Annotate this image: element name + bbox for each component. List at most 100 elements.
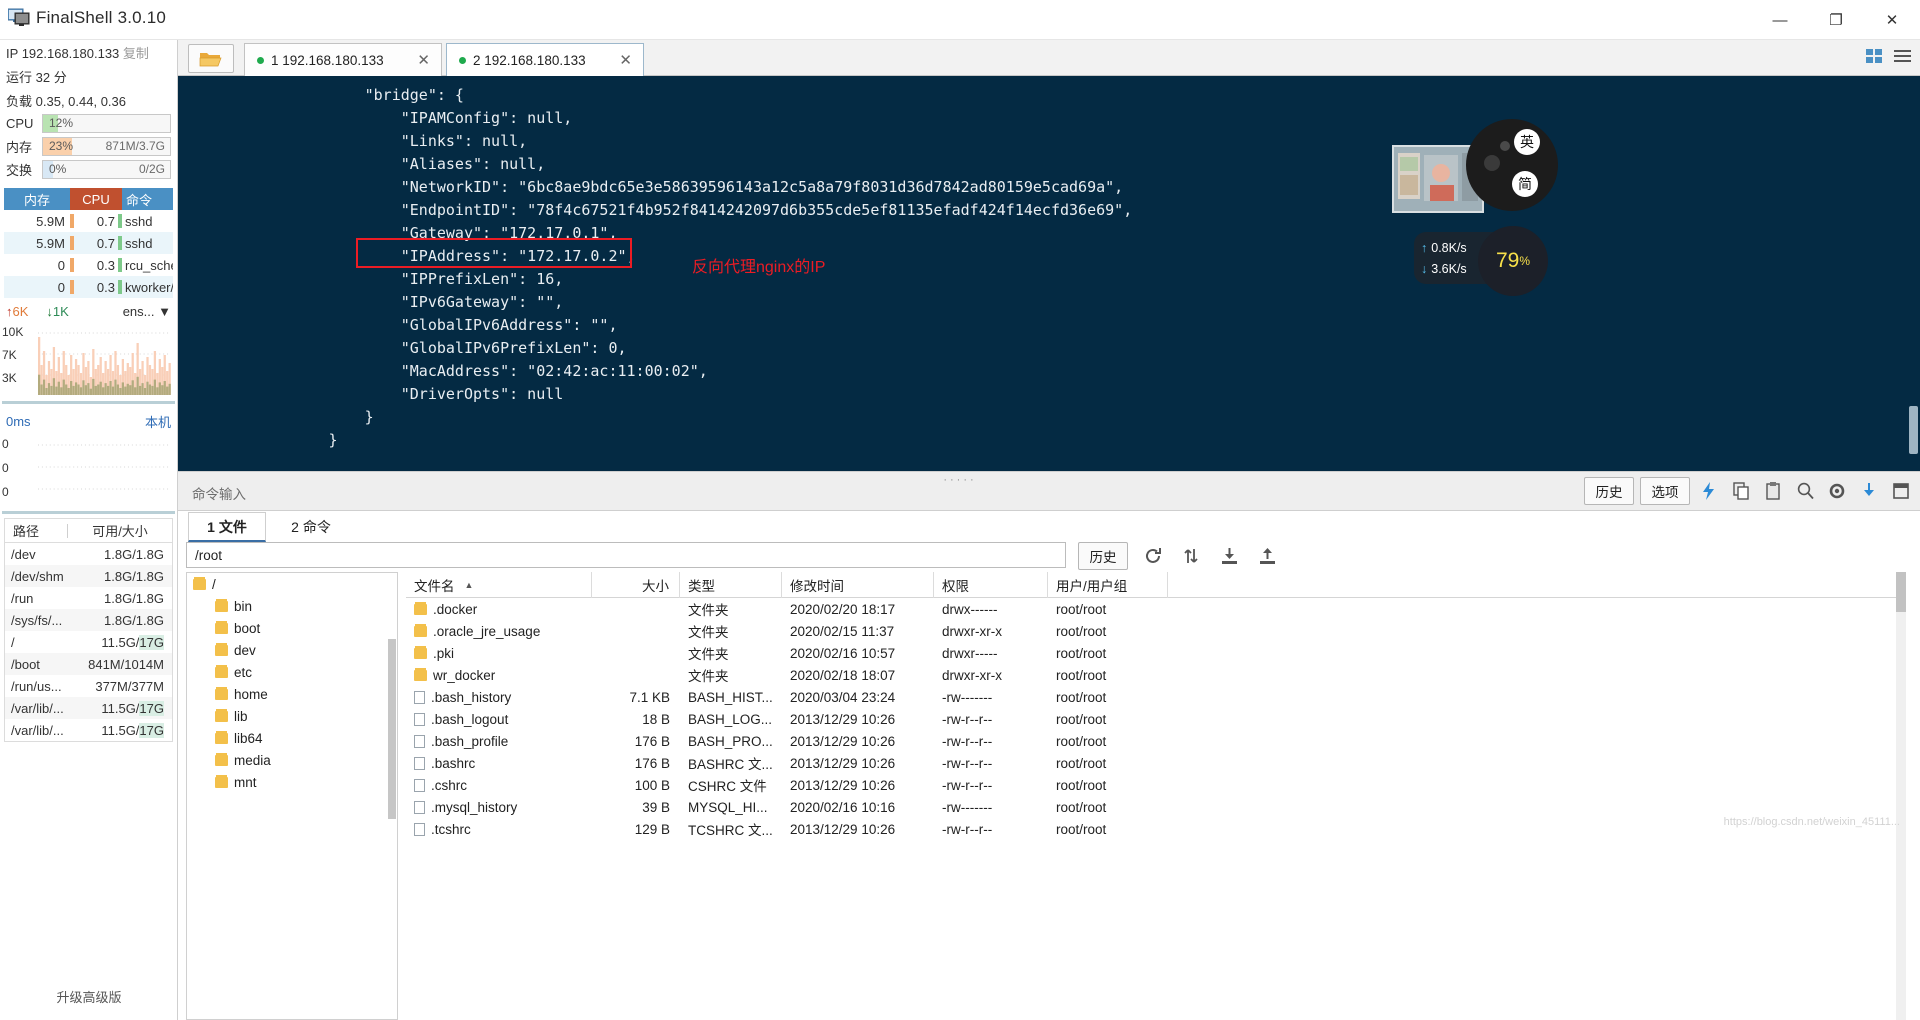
file-row[interactable]: .docker文件夹2020/02/20 18:17drwx------root… (406, 598, 1906, 620)
file-row[interactable]: .bashrc176 BBASHRC 文...2013/12/29 10:26-… (406, 752, 1906, 774)
tree-node[interactable]: media (187, 749, 397, 771)
terminal-options-button[interactable]: 选项 (1640, 477, 1690, 505)
upgrade-link[interactable]: 升级高级版 (0, 987, 178, 1006)
network-interface-selector[interactable]: ens... ▼ (123, 304, 171, 319)
fullscreen-icon[interactable] (1888, 477, 1914, 505)
refresh-icon[interactable] (1140, 542, 1166, 570)
process-row[interactable]: 5.9M0.7sshd (4, 210, 173, 232)
process-row[interactable]: 00.3kworker/u (4, 276, 173, 298)
close-tab-icon[interactable]: ✕ (414, 51, 433, 69)
latency-target[interactable]: 本机 (145, 412, 171, 431)
file-column-header-2[interactable]: 类型 (680, 572, 782, 598)
file-panel-tab-1[interactable]: 1 文件 (188, 512, 266, 542)
tree-node-label: lib64 (234, 731, 263, 746)
copy-icon[interactable] (1728, 477, 1754, 505)
download-file-icon[interactable] (1216, 542, 1242, 570)
file-row[interactable]: .bash_profile176 BBASH_PRO...2013/12/29 … (406, 730, 1906, 752)
disk-col-path[interactable]: 路径 (5, 521, 67, 540)
file-column-header-5[interactable]: 用户/用户组 (1048, 572, 1168, 598)
tree-node[interactable]: / (187, 573, 397, 595)
tree-node[interactable]: boot (187, 617, 397, 639)
file-row[interactable]: .bash_history7.1 KBBASH_HIST...2020/03/0… (406, 686, 1906, 708)
tree-node[interactable]: bin (187, 595, 397, 617)
file-history-button[interactable]: 历史 (1078, 542, 1128, 570)
process-col-cmd[interactable]: 命令 (122, 188, 173, 210)
disk-row[interactable]: /run1.8G/1.8G (5, 587, 172, 609)
terminal-output[interactable]: "bridge": { "IPAMConfig": null, "Links":… (178, 76, 1920, 471)
grid-view-icon[interactable] (1866, 48, 1884, 64)
disk-row[interactable]: /run/us...377M/377M (5, 675, 172, 697)
meter-percent: 0% (49, 162, 66, 176)
ime-indicator-widget[interactable]: 英 简 (1466, 119, 1558, 211)
transfer-icon[interactable] (1178, 542, 1204, 570)
tree-node[interactable]: lib (187, 705, 397, 727)
close-tab-icon[interactable]: ✕ (616, 51, 635, 69)
panel-resize-handle[interactable]: ····· (943, 474, 976, 486)
maximize-button[interactable]: ❐ (1808, 0, 1864, 40)
disk-row[interactable]: /11.5G/17G (5, 631, 172, 653)
file-panel-tab-2[interactable]: 2 命令 (272, 512, 350, 542)
file-size (592, 642, 680, 664)
terminal-scrollbar[interactable] (1909, 406, 1918, 454)
disk-row[interactable]: /var/lib/...11.5G/17G (5, 697, 172, 719)
session-tab-1[interactable]: 1 192.168.180.133✕ (244, 43, 442, 76)
open-folder-button[interactable] (188, 44, 234, 73)
file-name: wr_docker (406, 664, 592, 686)
file-type: MYSQL_HI... (680, 796, 782, 818)
process-command: kworker/u (122, 280, 173, 295)
path-input[interactable]: /root (186, 542, 1066, 568)
tree-node[interactable]: mnt (187, 771, 397, 793)
cpu-usage-widget[interactable]: 79% (1478, 226, 1548, 296)
tree-scrollbar[interactable] (388, 639, 396, 819)
disk-row[interactable]: /dev/shm1.8G/1.8G (5, 565, 172, 587)
disk-row[interactable]: /sys/fs/...1.8G/1.8G (5, 609, 172, 631)
folder-icon (215, 645, 228, 656)
command-input[interactable]: 命令输入 (192, 483, 246, 503)
ime-simplified-label[interactable]: 简 (1512, 171, 1538, 197)
disk-row[interactable]: /var/lib/...11.5G/17G (5, 719, 172, 741)
download-icon[interactable] (1856, 477, 1882, 505)
disk-size: 1.8G/1.8G (77, 591, 172, 606)
file-row[interactable]: .mysql_history39 BMYSQL_HI...2020/02/16 … (406, 796, 1906, 818)
disk-row[interactable]: /dev1.8G/1.8G (5, 543, 172, 565)
tree-node[interactable]: home (187, 683, 397, 705)
file-row[interactable]: wr_docker文件夹2020/02/18 18:07drwxr-xr-xro… (406, 664, 1906, 686)
ip-label: IP (6, 46, 18, 61)
file-column-header-4[interactable]: 权限 (934, 572, 1048, 598)
file-row[interactable]: .oracle_jre_usage文件夹2020/02/15 11:37drwx… (406, 620, 1906, 642)
upload-file-icon[interactable] (1254, 542, 1280, 570)
terminal-history-button[interactable]: 历史 (1584, 477, 1634, 505)
process-row[interactable]: 00.3rcu_sched (4, 254, 173, 276)
tree-node[interactable]: dev (187, 639, 397, 661)
close-button[interactable]: ✕ (1864, 0, 1920, 40)
gear-icon[interactable] (1824, 477, 1850, 505)
file-type: 文件夹 (680, 664, 782, 686)
disk-col-size[interactable]: 可用/大小 (68, 521, 172, 540)
disk-row[interactable]: /boot841M/1014M (5, 653, 172, 675)
ime-english-label[interactable]: 英 (1514, 129, 1540, 155)
tree-node[interactable]: etc (187, 661, 397, 683)
process-col-mem[interactable]: 内存 (4, 188, 70, 210)
tree-node[interactable]: lib64 (187, 727, 397, 749)
list-view-icon[interactable] (1894, 48, 1912, 64)
paste-icon[interactable] (1760, 477, 1786, 505)
file-list-scrollbar[interactable] (1896, 572, 1906, 1020)
scrollbar-thumb[interactable] (1896, 572, 1906, 612)
search-icon[interactable] (1792, 477, 1818, 505)
directory-tree[interactable]: /binbootdevetchomelib lib64 mediamnt (186, 572, 398, 1020)
file-column-header-3[interactable]: 修改时间 (782, 572, 934, 598)
file-row[interactable]: .tcshrc129 BTCSHRC 文...2013/12/29 10:26-… (406, 818, 1906, 840)
process-col-cpu[interactable]: CPU (70, 188, 122, 210)
copy-ip-button[interactable]: 复制 (123, 46, 149, 61)
lightning-icon[interactable] (1696, 477, 1722, 505)
file-column-header-1[interactable]: 大小 (592, 572, 680, 598)
session-tab-2[interactable]: 2 192.168.180.133✕ (446, 43, 644, 76)
file-row[interactable]: .cshrc100 BCSHRC 文件2013/12/29 10:26-rw-r… (406, 774, 1906, 796)
file-row[interactable]: .pki文件夹2020/02/16 10:57drwxr-----root/ro… (406, 642, 1906, 664)
file-row[interactable]: .bash_logout18 BBASH_LOG...2013/12/29 10… (406, 708, 1906, 730)
disk-path: /dev/shm (5, 569, 77, 584)
file-column-header-0[interactable]: 文件名▲ (406, 572, 592, 598)
process-row[interactable]: 5.9M0.7sshd (4, 232, 173, 254)
download-value: 1K (53, 304, 69, 319)
minimize-button[interactable]: — (1752, 0, 1808, 40)
